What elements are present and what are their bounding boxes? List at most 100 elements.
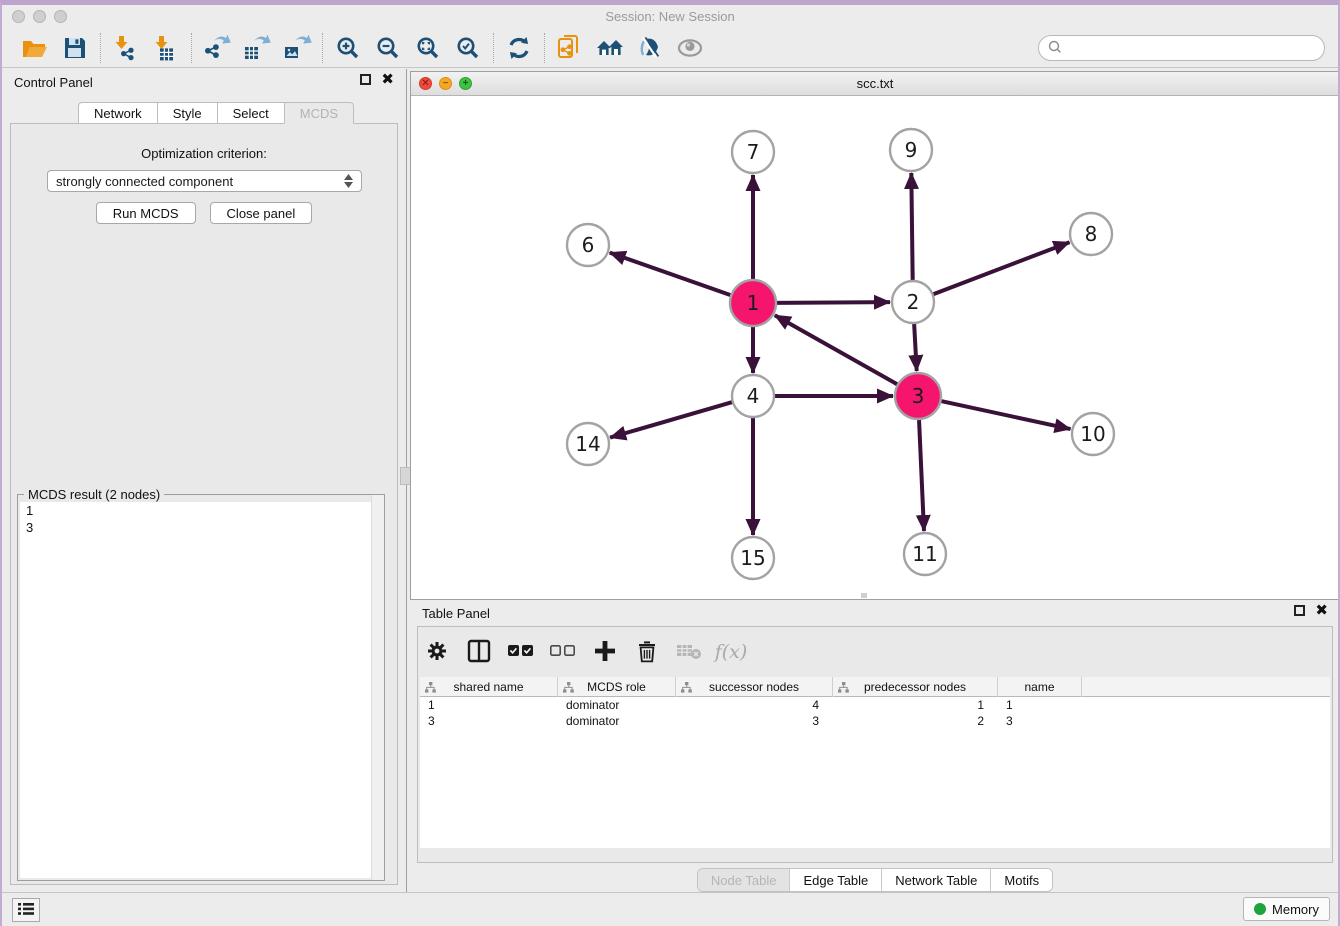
eye-slash-icon: [636, 35, 664, 61]
column-header-MCDS-role[interactable]: MCDS role: [558, 677, 676, 697]
svg-text:15: 15: [740, 546, 765, 570]
mcds-result-list[interactable]: 13: [20, 502, 382, 878]
zoom-fit-icon: [415, 35, 441, 61]
save-session-button[interactable]: [60, 33, 90, 63]
open-folder-icon: [21, 35, 49, 61]
edge-2-3[interactable]: [914, 323, 917, 371]
graph-node-15[interactable]: 15: [732, 537, 774, 579]
edge-1-6[interactable]: [610, 253, 732, 296]
tab-motifs[interactable]: Motifs: [991, 869, 1052, 891]
deselect-icon: [550, 644, 576, 661]
graph-node-10[interactable]: 10: [1072, 413, 1114, 455]
edge-2-8[interactable]: [933, 242, 1070, 294]
table-cell: 2: [833, 713, 998, 729]
graph-node-6[interactable]: 6: [567, 224, 609, 266]
tab-network-table[interactable]: Network Table: [882, 869, 991, 891]
export-network-button[interactable]: [202, 33, 232, 63]
zoom-out-button[interactable]: [373, 33, 403, 63]
column-header-predecessor-nodes[interactable]: predecessor nodes: [833, 677, 998, 697]
table-panel: Table Panel ✖ f(x) shared nameMCDS roles…: [410, 600, 1340, 895]
graph-node-4[interactable]: 4: [732, 375, 774, 417]
column-header-name[interactable]: name: [998, 677, 1082, 697]
run-mcds-button[interactable]: Run MCDS: [96, 202, 196, 224]
svg-text:11: 11: [912, 542, 937, 566]
export-table-button[interactable]: [242, 33, 272, 63]
network-resize-handle[interactable]: [861, 593, 867, 598]
search-icon: [1047, 39, 1063, 58]
memory-button[interactable]: Memory: [1243, 897, 1330, 921]
columns-icon: [467, 639, 491, 666]
zoom-selected-button[interactable]: [453, 33, 483, 63]
result-scrollbar[interactable]: [371, 495, 384, 880]
graph-node-1[interactable]: 1: [730, 280, 776, 326]
tab-style[interactable]: Style: [157, 102, 217, 124]
edge-4-14[interactable]: [610, 402, 733, 438]
tab-node-table[interactable]: Node Table: [698, 869, 791, 891]
edge-1-2[interactable]: [776, 302, 890, 303]
import-table-button[interactable]: [151, 33, 181, 63]
float-table-panel-icon[interactable]: [1294, 605, 1305, 616]
zoom-in-button[interactable]: [333, 33, 363, 63]
svg-text:14: 14: [575, 432, 600, 456]
apply-layout-button[interactable]: [504, 33, 534, 63]
export-network-icon: [202, 35, 232, 61]
edge-2-9[interactable]: [911, 173, 912, 281]
import-network-button[interactable]: [111, 33, 141, 63]
open-session-button[interactable]: [20, 33, 50, 63]
table-cell: dominator: [558, 713, 676, 729]
graph-node-8[interactable]: 8: [1070, 213, 1112, 255]
criterion-select[interactable]: strongly connected component: [47, 170, 362, 192]
node-table-container: f(x) shared nameMCDS rolesuccessor nodes…: [417, 626, 1333, 863]
hide-selected-button[interactable]: [635, 33, 665, 63]
graph-node-14[interactable]: 14: [567, 423, 609, 465]
table-settings-button[interactable]: [424, 639, 450, 665]
edge-3-1[interactable]: [775, 315, 898, 384]
graph-node-3[interactable]: 3: [895, 373, 941, 419]
delete-table-button: [676, 639, 702, 665]
graph-node-11[interactable]: 11: [904, 533, 946, 575]
tab-mcds[interactable]: MCDS: [284, 102, 354, 124]
tab-edge-table[interactable]: Edge Table: [790, 869, 882, 891]
table-delete-icon: [676, 642, 702, 663]
close-panel-icon[interactable]: ✖: [381, 74, 394, 85]
network-view-window: ✕ − + scc.txt 7 9 6 8 1 2 4 3 14 10 15 11: [410, 71, 1340, 600]
export-image-button[interactable]: [282, 33, 312, 63]
add-column-button[interactable]: [592, 639, 618, 665]
column-header-shared-name[interactable]: shared name: [420, 677, 558, 697]
search-field[interactable]: [1038, 35, 1325, 61]
edge-3-10[interactable]: [941, 401, 1071, 429]
svg-text:2: 2: [907, 290, 920, 314]
graph-node-2[interactable]: 2: [892, 281, 934, 323]
close-panel-button[interactable]: Close panel: [210, 202, 313, 224]
network-canvas[interactable]: 7 9 6 8 1 2 4 3 14 10 15 11: [411, 96, 1339, 599]
deselect-all-rows-button[interactable]: [550, 639, 576, 665]
panel-splitter[interactable]: [404, 69, 409, 895]
search-input[interactable]: [1063, 38, 1324, 58]
eye-icon: [675, 36, 705, 60]
edge-3-11[interactable]: [919, 419, 924, 531]
table-row[interactable]: 3dominator323: [420, 713, 1330, 729]
mcds-result-node: 1: [20, 502, 382, 519]
zoom-fit-button[interactable]: [413, 33, 443, 63]
graph-node-9[interactable]: 9: [890, 129, 932, 171]
task-history-button[interactable]: [12, 898, 40, 922]
float-panel-icon[interactable]: [360, 74, 371, 85]
graph-node-7[interactable]: 7: [732, 131, 774, 173]
column-label: predecessor nodes: [864, 680, 966, 694]
criterion-selected-value: strongly connected component: [56, 174, 344, 189]
select-all-rows-button[interactable]: [508, 639, 534, 665]
import-table-icon: [153, 35, 179, 61]
table-row[interactable]: 1dominator411: [420, 697, 1330, 713]
close-table-panel-icon[interactable]: ✖: [1315, 605, 1328, 616]
tab-select[interactable]: Select: [217, 102, 284, 124]
toggle-panels-button[interactable]: [466, 639, 492, 665]
column-header-successor-nodes[interactable]: successor nodes: [676, 677, 833, 697]
window-title: Session: New Session: [2, 9, 1338, 24]
tab-network[interactable]: Network: [78, 102, 157, 124]
clone-network-button[interactable]: [555, 33, 585, 63]
network-window-titlebar[interactable]: ✕ − + scc.txt: [411, 72, 1339, 96]
first-neighbors-button[interactable]: [595, 33, 625, 63]
column-type-icon: [563, 682, 574, 696]
delete-column-button[interactable]: [634, 639, 660, 665]
svg-text:9: 9: [905, 138, 918, 162]
